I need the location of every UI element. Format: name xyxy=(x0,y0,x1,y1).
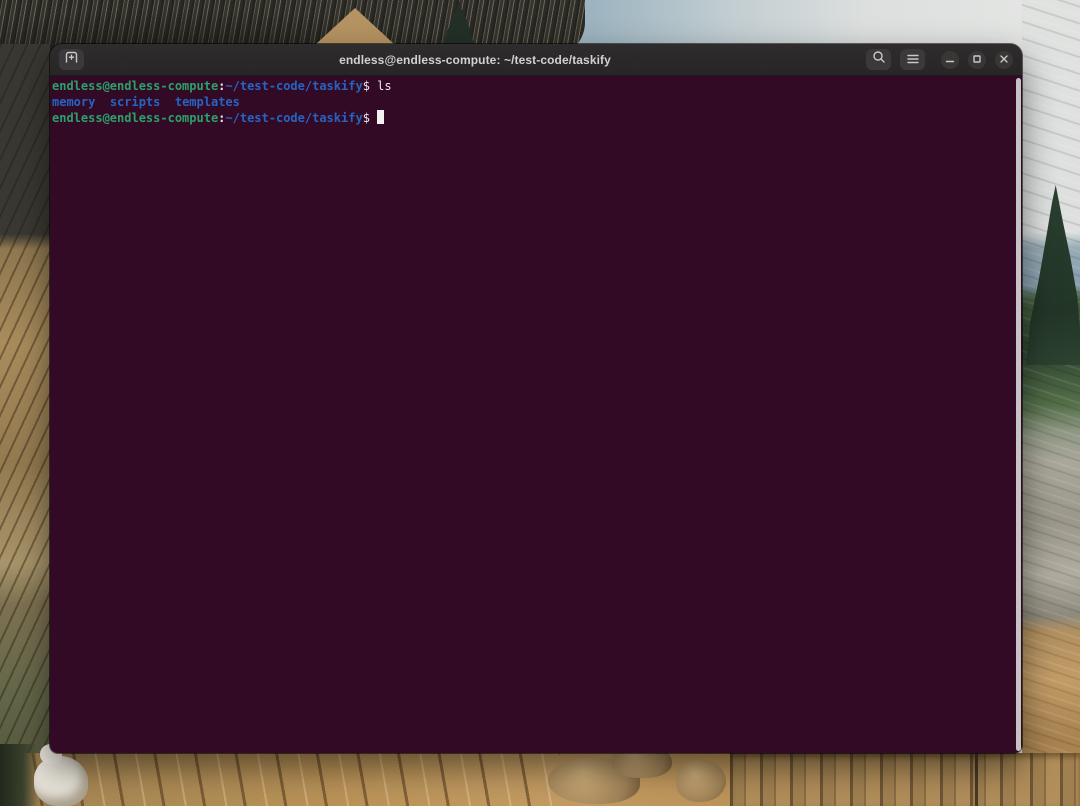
new-tab-icon xyxy=(64,50,79,69)
dir-entry: memory xyxy=(52,95,95,109)
terminal-window: endless@endless-compute: ~/test-code/tas… xyxy=(50,44,1022,753)
hamburger-menu-icon xyxy=(907,51,919,69)
maximize-icon xyxy=(972,51,982,69)
prompt-path: ~/test-code/taskify xyxy=(225,111,362,125)
command-text: ls xyxy=(377,79,391,93)
titlebar[interactable]: endless@endless-compute: ~/test-code/tas… xyxy=(50,44,1022,76)
prompt-user-host: endless@endless-compute xyxy=(52,111,218,125)
menu-button[interactable] xyxy=(900,49,925,70)
wallpaper-wood-shingles xyxy=(0,44,50,806)
scrollbar[interactable] xyxy=(1016,78,1021,751)
prompt-path: ~/test-code/taskify xyxy=(225,79,362,93)
terminal-content[interactable]: endless@endless-compute:~/test-code/task… xyxy=(50,76,1022,127)
wallpaper-white-figure xyxy=(34,756,88,806)
wallpaper-stone xyxy=(676,760,726,802)
wallpaper-plank-wall xyxy=(730,753,1080,806)
new-tab-button[interactable] xyxy=(59,49,84,70)
dir-entry: scripts xyxy=(110,95,161,109)
terminal-line: endless@endless-compute:~/test-code/task… xyxy=(52,79,1020,95)
prompt-user-host: endless@endless-compute xyxy=(52,79,218,93)
minimize-button[interactable] xyxy=(941,51,959,69)
search-button[interactable] xyxy=(866,49,891,70)
close-icon xyxy=(999,51,1009,69)
wallpaper-hillside xyxy=(1022,0,1080,806)
maximize-button[interactable] xyxy=(968,51,986,69)
terminal-line: endless@endless-compute:~/test-code/task… xyxy=(52,110,1020,127)
window-title: endless@endless-compute: ~/test-code/tas… xyxy=(84,53,866,67)
wallpaper-stick xyxy=(975,753,978,806)
terminal-cursor xyxy=(377,110,384,124)
close-button[interactable] xyxy=(995,51,1013,69)
terminal-line: memory scripts templates xyxy=(52,95,1020,111)
spacer xyxy=(160,95,174,109)
minimize-icon xyxy=(945,51,955,69)
dir-entry: templates xyxy=(175,95,240,109)
prompt-dollar: $ xyxy=(363,79,377,93)
spacer xyxy=(95,95,109,109)
search-icon xyxy=(872,50,886,69)
prompt-dollar: $ xyxy=(363,111,377,125)
wallpaper-shadow xyxy=(0,744,38,806)
